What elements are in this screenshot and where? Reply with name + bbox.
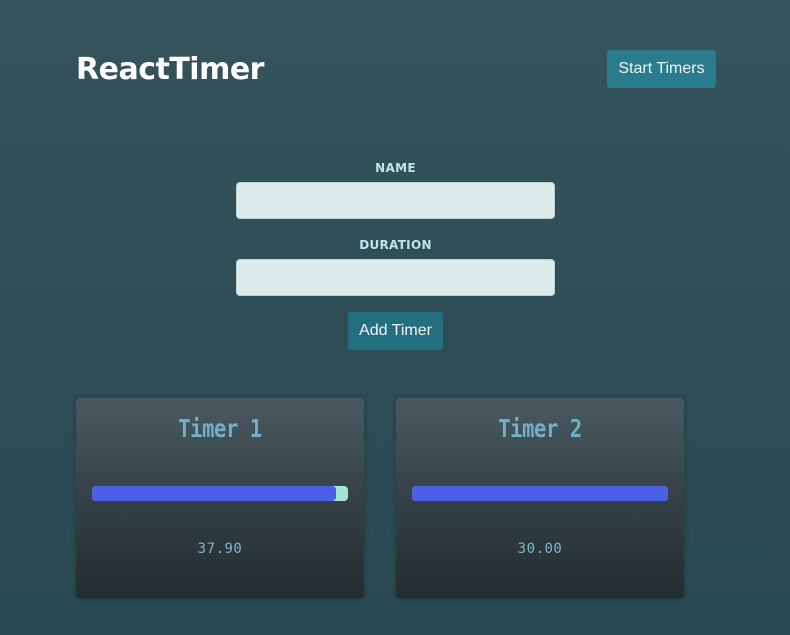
duration-field-group: DURATION bbox=[236, 237, 555, 296]
timer-progress-track bbox=[92, 486, 348, 501]
duration-input[interactable] bbox=[236, 259, 555, 296]
timer-title: Timer 1 bbox=[178, 414, 262, 443]
timer-title: Timer 2 bbox=[498, 414, 582, 443]
name-input[interactable] bbox=[236, 182, 555, 219]
name-label: NAME bbox=[375, 161, 416, 175]
start-timers-button[interactable]: Start Timers bbox=[607, 50, 716, 88]
timer-card: Timer 1 37.90 bbox=[76, 398, 364, 598]
name-field-group: NAME bbox=[236, 160, 555, 219]
add-timer-button[interactable]: Add Timer bbox=[348, 312, 443, 350]
timer-value: 30.00 bbox=[517, 541, 563, 557]
timer-value: 37.90 bbox=[197, 541, 243, 557]
app-header: ReactTimer Start Timers bbox=[76, 50, 716, 88]
duration-label: DURATION bbox=[359, 238, 432, 252]
app-title: ReactTimer bbox=[76, 52, 264, 87]
timer-card: Timer 2 30.00 bbox=[396, 398, 684, 598]
timer-progress-track bbox=[412, 486, 668, 501]
timer-progress-fill bbox=[412, 486, 668, 501]
timer-progress-fill bbox=[92, 486, 337, 501]
